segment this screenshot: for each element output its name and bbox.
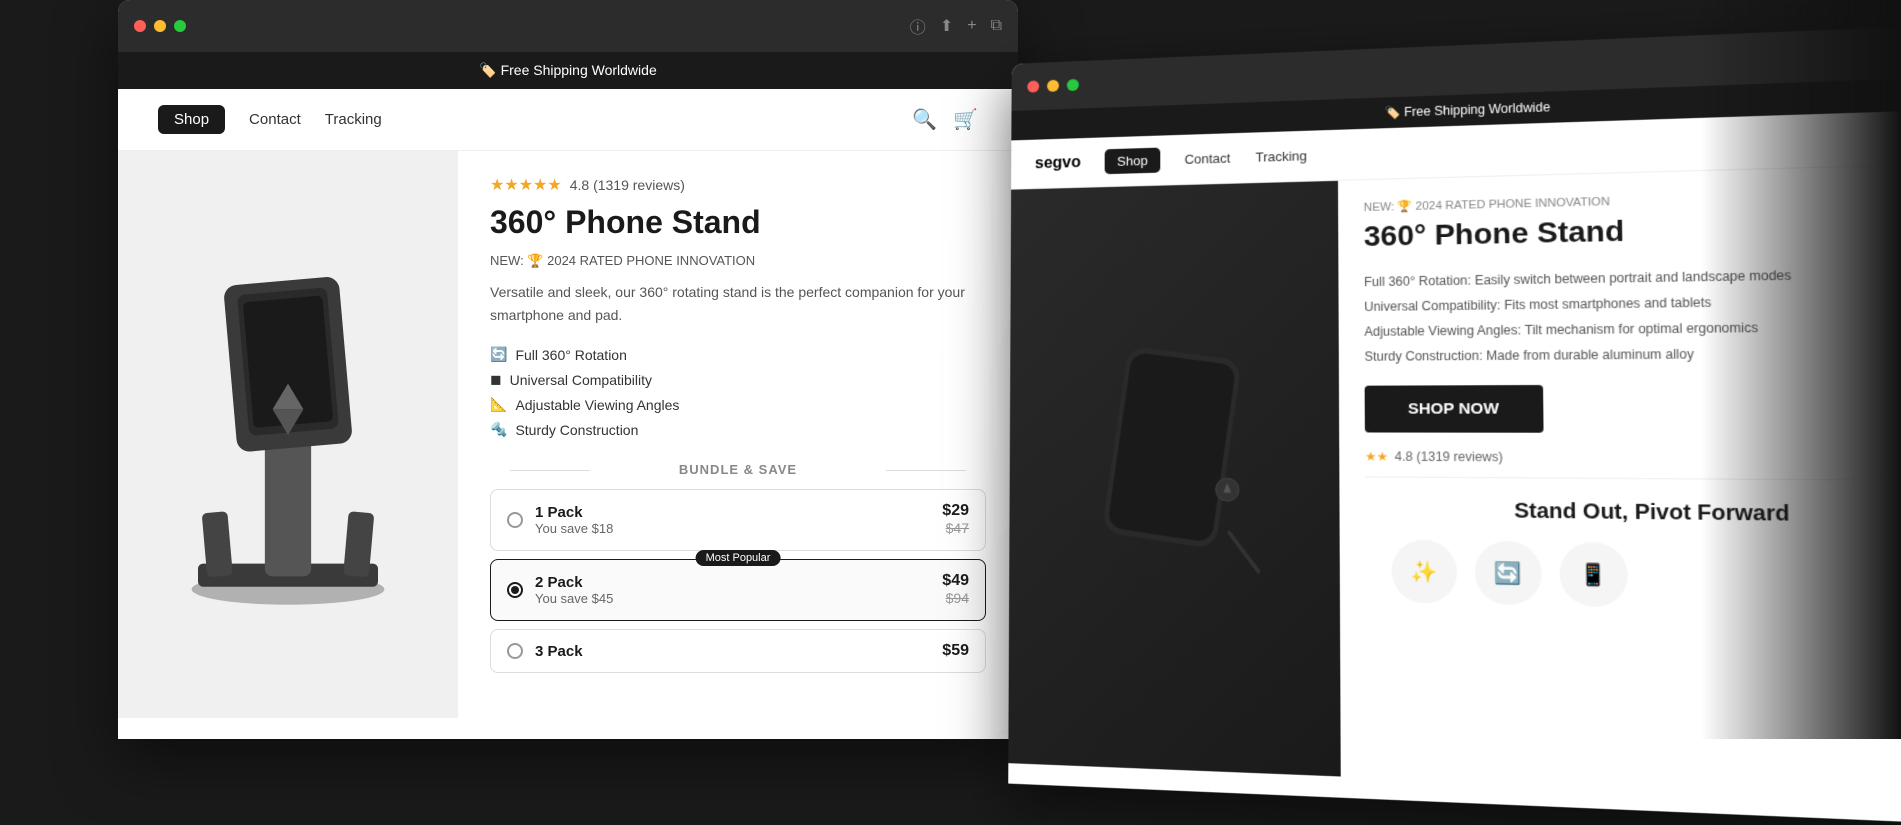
bg-stars: ★★ — [1365, 449, 1388, 464]
feature-rotation: 🔄 Full 360° Rotation — [490, 342, 986, 367]
sturdy-icon: 🔩 — [490, 421, 507, 438]
shop-now-button[interactable]: SHOP NOW — [1365, 385, 1544, 433]
product-badge: NEW: 🏆 2024 RATED PHONE INNOVATION — [490, 253, 986, 269]
bundle-price-1pack: $29 — [942, 502, 969, 520]
bundle-info-3pack: 3 Pack — [535, 643, 930, 660]
bg-features: Full 360° Rotation: Easily switch betwee… — [1364, 260, 1901, 369]
bundle-title: BUNDLE & SAVE — [490, 462, 986, 477]
compatibility-icon: ◼ — [490, 371, 502, 388]
announcement-bar: 🏷️ Free Shipping Worldwide — [118, 52, 1018, 89]
browser-controls — [134, 20, 186, 32]
feature-angles: 📐 Adjustable Viewing Angles — [490, 392, 986, 417]
bg-feature-4: Sturdy Construction: Made from durable a… — [1364, 339, 1901, 369]
bundle-name-2pack: 2 Pack — [535, 574, 930, 591]
bg-icons-row: ✨ 🔄 📱 — [1391, 539, 1901, 613]
announcement-text: 🏷️ Free Shipping Worldwide — [479, 62, 656, 78]
bg-close-button[interactable] — [1027, 80, 1039, 92]
browser-chrome: ⓘ ⬆ + ⧉ — [118, 0, 1018, 52]
bundle-prices-1pack: $29 $47 — [942, 502, 969, 538]
maximize-button[interactable] — [174, 20, 186, 32]
bundle-prices-2pack: $49 $94 — [942, 572, 969, 608]
bg-nav-shop[interactable]: Shop — [1105, 148, 1160, 175]
new-tab-icon[interactable]: + — [967, 17, 976, 35]
bg-minimize-button[interactable] — [1047, 80, 1059, 92]
bundle-name-1pack: 1 Pack — [535, 504, 930, 521]
bg-icon-2: 🔄 — [1475, 541, 1542, 606]
bundle-info-1pack: 1 Pack You save $18 — [535, 504, 930, 536]
bg-store-body: NEW: 🏆 2024 RATED PHONE INNOVATION 360° … — [1008, 164, 1901, 803]
bundle-original-2pack: $94 — [946, 590, 969, 606]
popular-badge: Most Popular — [696, 550, 781, 566]
rating-stars: ★★★★★ — [490, 175, 562, 195]
bg-product-image-area — [1008, 181, 1340, 777]
product-description: Versatile and sleek, our 360° rotating s… — [490, 281, 986, 326]
bg-icon-1: ✨ — [1391, 539, 1457, 604]
bg-maximize-button[interactable] — [1067, 79, 1079, 91]
bg-icon-3: 📱 — [1559, 542, 1628, 608]
bundle-name-3pack: 3 Pack — [535, 643, 930, 660]
bundle-option-2pack[interactable]: Most Popular 2 Pack You save $45 $49 $94 — [490, 559, 986, 621]
info-icon[interactable]: ⓘ — [910, 14, 926, 38]
bg-browser-controls — [1027, 79, 1079, 93]
bg-announcement-text: 🏷️ Free Shipping Worldwide — [1384, 100, 1550, 120]
bg-product-image — [1008, 181, 1340, 777]
nav-shop[interactable]: Shop — [158, 105, 225, 134]
bundle-info-2pack: 2 Pack You save $45 — [535, 574, 930, 606]
browser-actions: ⓘ ⬆ + ⧉ — [910, 14, 1002, 38]
product-details: ★★★★★ 4.8 (1319 reviews) 360° Phone Stan… — [458, 151, 1018, 718]
store-body: ★★★★★ 4.8 (1319 reviews) 360° Phone Stan… — [118, 151, 1018, 718]
nav-tracking[interactable]: Tracking — [325, 111, 382, 128]
feature-list: 🔄 Full 360° Rotation ◼ Universal Compati… — [490, 342, 986, 442]
bg-store-content: 🏷️ Free Shipping Worldwide segvo Shop Co… — [1008, 76, 1901, 825]
store-nav: Shop Contact Tracking 🔍 🛒 — [118, 89, 1018, 151]
bg-phone-svg — [1084, 342, 1260, 610]
bundle-original-1pack: $47 — [946, 520, 969, 536]
minimize-button[interactable] — [154, 20, 166, 32]
bundle-option-1pack[interactable]: 1 Pack You save $18 $29 $47 — [490, 489, 986, 551]
bundle-radio-1pack[interactable] — [507, 512, 523, 528]
rotation-icon: 🔄 — [490, 346, 507, 363]
product-image — [148, 245, 428, 625]
bundle-option-3pack[interactable]: 3 Pack $59 — [490, 629, 986, 673]
bundle-savings-1pack: You save $18 — [535, 521, 930, 536]
store-content: 🏷️ Free Shipping Worldwide Shop Contact … — [118, 52, 1018, 739]
share-icon[interactable]: ⬆ — [940, 16, 953, 36]
bg-bottom-title: Stand Out, Pivot Forward — [1391, 498, 1901, 528]
bg-product-details: NEW: 🏆 2024 RATED PHONE INNOVATION 360° … — [1338, 164, 1901, 803]
bundle-prices-3pack: $59 — [942, 642, 969, 660]
bg-nav-tracking[interactable]: Tracking — [1255, 148, 1307, 165]
bg-nav-contact[interactable]: Contact — [1184, 150, 1230, 166]
angles-icon: 📐 — [490, 396, 507, 413]
bundle-price-2pack: $49 — [942, 572, 969, 590]
bundle-radio-2pack[interactable] — [507, 582, 523, 598]
product-rating: ★★★★★ 4.8 (1319 reviews) — [490, 175, 986, 195]
feature-compatibility: ◼ Universal Compatibility — [490, 367, 986, 392]
bundle-price-3pack: $59 — [942, 642, 969, 660]
bg-bottom-section: Stand Out, Pivot Forward ✨ 🔄 📱 — [1365, 476, 1901, 636]
windows-icon[interactable]: ⧉ — [991, 17, 1002, 35]
product-stand-svg — [158, 255, 418, 615]
bundle-section: BUNDLE & SAVE 1 Pack You save $18 $29 $4… — [490, 462, 986, 673]
search-icon[interactable]: 🔍 — [912, 107, 937, 132]
background-browser-window: 🏷️ Free Shipping Worldwide segvo Shop Co… — [1008, 24, 1901, 825]
rating-text: 4.8 (1319 reviews) — [570, 177, 685, 193]
bg-logo: segvo — [1035, 154, 1081, 173]
cart-icon[interactable]: 🛒 — [953, 107, 978, 132]
bg-rating: ★★ 4.8 (1319 reviews) — [1365, 449, 1901, 466]
bundle-radio-3pack[interactable] — [507, 643, 523, 659]
bundle-savings-2pack: You save $45 — [535, 591, 930, 606]
product-title: 360° Phone Stand — [490, 203, 986, 241]
nav-links: Shop Contact Tracking — [158, 105, 382, 134]
nav-icons: 🔍 🛒 — [912, 107, 978, 132]
main-browser-window: ⓘ ⬆ + ⧉ 🏷️ Free Shipping Worldwide Shop … — [118, 0, 1018, 739]
feature-sturdy: 🔩 Sturdy Construction — [490, 417, 986, 442]
nav-contact[interactable]: Contact — [249, 111, 301, 128]
close-button[interactable] — [134, 20, 146, 32]
bg-rating-text: 4.8 (1319 reviews) — [1395, 449, 1503, 464]
bg-product-title: 360° Phone Stand — [1364, 207, 1901, 253]
product-image-area — [118, 151, 458, 718]
